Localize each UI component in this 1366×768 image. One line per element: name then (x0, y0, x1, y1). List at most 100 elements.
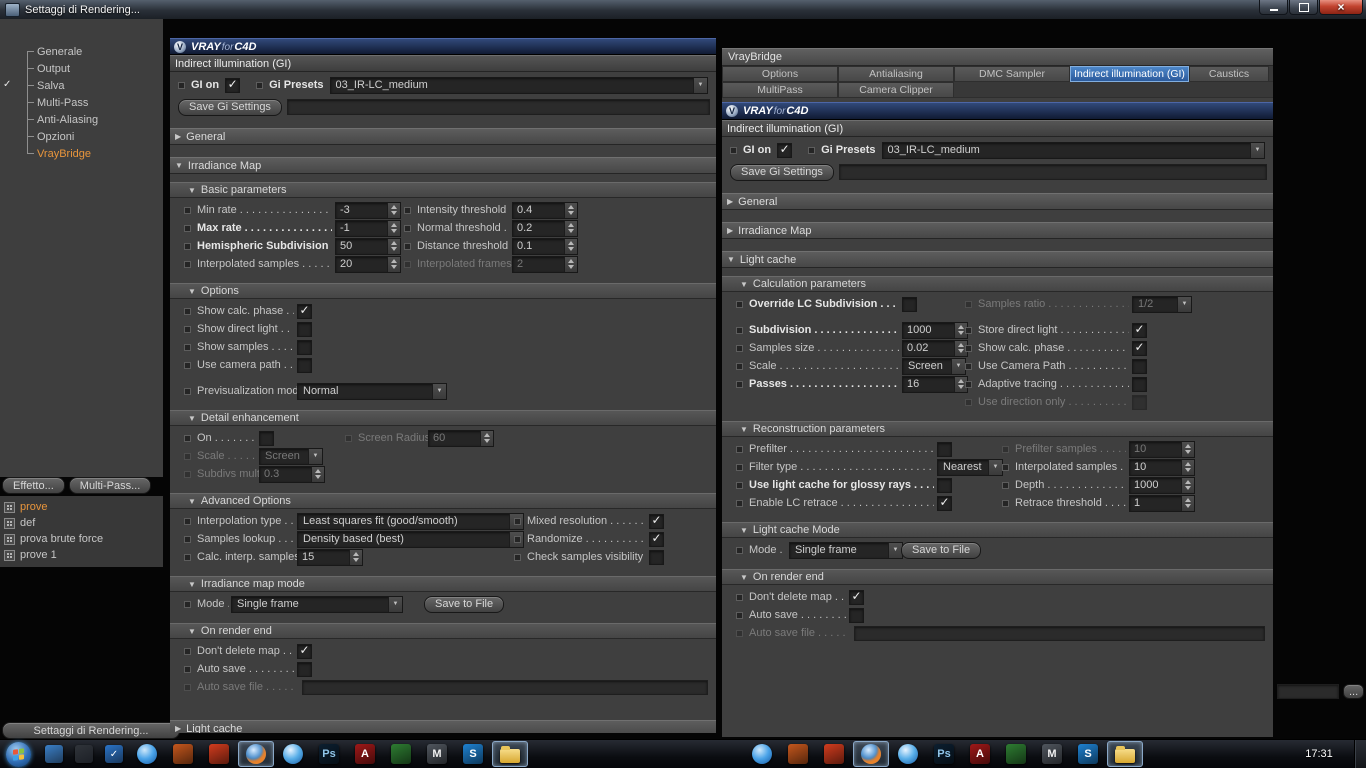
sidebar-item-vraybridge[interactable]: VrayBridge (0, 145, 163, 162)
tab-multipass[interactable]: MultiPass (722, 82, 838, 98)
sidebar-item-generale[interactable]: Generale (0, 43, 163, 60)
lp-hemispheric-subdivision-field[interactable]: 50 (335, 237, 401, 255)
spinner-arrows-icon[interactable] (387, 256, 400, 272)
lp-intensity-threshold-field[interactable]: 0.4 (512, 201, 578, 219)
explorer-folder-icon[interactable] (492, 741, 528, 767)
window-titlebar[interactable]: Settaggi di Rendering... × (0, 0, 1366, 19)
rp-show-calc-phase-checkbox[interactable]: ✓ (1132, 340, 1147, 356)
rp-filter-type-dropdown[interactable]: Nearest ▼ (937, 458, 1003, 476)
minimize-button[interactable] (1259, 0, 1288, 15)
lp-on-checkbox[interactable] (259, 430, 274, 446)
adobe-reader-icon[interactable]: A (348, 742, 382, 766)
m-app-icon[interactable]: M (1035, 742, 1069, 766)
lp-basic-parameters-subsection-header[interactable]: ▼ Basic parameters (170, 182, 716, 198)
lp-save-to-file-button[interactable]: Save to File (424, 595, 505, 613)
rp-depth-field[interactable]: 1000 (1129, 476, 1195, 494)
spinner-arrows-icon[interactable] (1181, 495, 1194, 511)
rp-override-lc-subdivision-checkbox[interactable] (902, 296, 917, 312)
browse-button[interactable]: ... (1343, 684, 1365, 699)
console-icon[interactable] (69, 741, 99, 767)
lp-calc-interp-samples-field[interactable]: 15 (297, 548, 363, 566)
skype-icon[interactable]: S (456, 742, 490, 766)
internet-orb-icon[interactable] (276, 742, 310, 766)
spinner-arrows-icon[interactable] (564, 202, 577, 218)
rp-irradiance-map-section-header[interactable]: ▶ Irradiance Map (722, 222, 1273, 239)
lp-mode-dropdown[interactable]: Single frame ▼ (231, 595, 403, 613)
spinner-arrows-icon[interactable] (387, 202, 400, 218)
lp-gi-presets-dropdown[interactable]: 03_IR-LC_medium ▼ (329, 76, 708, 94)
close-button[interactable]: × (1319, 0, 1363, 15)
rp-enable-lc-retrace-checkbox[interactable]: ✓ (937, 495, 952, 511)
explorer-folder-icon[interactable] (1107, 741, 1143, 767)
rp-store-direct-light-checkbox[interactable]: ✓ (1132, 322, 1147, 338)
messenger-icon[interactable] (39, 741, 69, 767)
lp-irradiance-map-mode-subsection-header[interactable]: ▼ Irradiance map mode (170, 576, 716, 592)
rp-use-light-cache-for-glossy-rays-checkbox[interactable] (937, 477, 952, 493)
lp-options-subsection-header[interactable]: ▼ Options (170, 283, 716, 299)
firefox-icon[interactable] (238, 741, 274, 767)
green-app-icon[interactable] (384, 742, 418, 766)
lp-advanced-options-subsection-header[interactable]: ▼ Advanced Options (170, 493, 716, 509)
maximize-button[interactable] (1289, 0, 1318, 15)
tab-dmc-sampler[interactable]: DMC Sampler (954, 66, 1070, 82)
rp-save-to-file-button[interactable]: Save to File (901, 541, 982, 559)
rp-auto-save-checkbox[interactable] (849, 607, 864, 623)
lp-min-rate-field[interactable]: -3 (335, 201, 401, 219)
rp-reconstruction-parameters-subsection-header[interactable]: ▼ Reconstruction parameters (722, 421, 1273, 437)
preset-item-prova-brute-force[interactable]: prova brute force (0, 531, 163, 547)
rp-save-gi-settings-button[interactable]: Save Gi Settings (730, 163, 834, 181)
lp-auto-save-checkbox[interactable] (297, 661, 312, 677)
tab-antialiasing[interactable]: Antialiasing (838, 66, 954, 82)
rp-use-camera-path-checkbox[interactable] (1132, 358, 1147, 374)
browser-globe-icon[interactable] (745, 742, 779, 766)
rp-samples-size-field[interactable]: 0.02 (902, 339, 968, 357)
sidebar-item-output[interactable]: Output (0, 60, 163, 77)
lp-distance-threshold-field[interactable]: 0.1 (512, 237, 578, 255)
lp-light-cache-section-header[interactable]: ▶ Light cache (170, 720, 716, 733)
rp-light-cache-mode-subsection-header[interactable]: ▼ Light cache Mode (722, 522, 1273, 538)
tab-options[interactable]: Options (722, 66, 838, 82)
lp-use-camera-path-checkbox[interactable] (297, 357, 312, 373)
rp-on-render-end-subsection-header[interactable]: ▼ On render end (722, 569, 1273, 585)
spinner-arrows-icon[interactable] (1181, 477, 1194, 493)
tab-indirect-illumination-gi[interactable]: Indirect illumination (GI) (1070, 66, 1189, 82)
rp-retrace-threshold-field[interactable]: 1 (1129, 494, 1195, 512)
effect-button[interactable]: Effetto... (2, 477, 65, 494)
m-app-icon[interactable]: M (420, 742, 454, 766)
lp-general-section-header[interactable]: ▶ General (170, 128, 716, 145)
lp-mixed-resolution-checkbox[interactable]: ✓ (649, 513, 664, 529)
green-app-icon[interactable] (999, 742, 1033, 766)
rp-adaptive-tracing-checkbox[interactable] (1132, 376, 1147, 392)
rp-passes-field[interactable]: 16 (902, 375, 968, 393)
rp-calculation-parameters-subsection-header[interactable]: ▼ Calculation parameters (722, 276, 1273, 292)
lp-interpolation-type-dropdown[interactable]: Least squares fit (good/smooth)▼ (297, 512, 524, 530)
lp-samples-lookup-dropdown[interactable]: Density based (best)▼ (297, 530, 524, 548)
rp-general-section-header[interactable]: ▶ General (722, 193, 1273, 210)
lp-interpolated-samples-field[interactable]: 20 (335, 255, 401, 273)
spinner-arrows-icon[interactable] (564, 220, 577, 236)
lp-show-direct-light-checkbox[interactable] (297, 321, 312, 337)
lp-show-samples-checkbox[interactable] (297, 339, 312, 355)
multipass-button[interactable]: Multi-Pass... (68, 477, 152, 494)
spinner-arrows-icon[interactable] (564, 238, 577, 254)
rp-mode-dropdown[interactable]: Single frame ▼ (789, 541, 903, 559)
firefox-icon[interactable] (853, 741, 889, 767)
rp-scale-dropdown[interactable]: Screen ▼ (902, 357, 966, 375)
rp-don-t-delete-map-checkbox[interactable]: ✓ (849, 589, 864, 605)
lp-on-render-end-subsection-header[interactable]: ▼ On render end (170, 623, 716, 639)
lp-detail-enhancement-subsection-header[interactable]: ▼ Detail enhancement (170, 410, 716, 426)
lp-randomize-checkbox[interactable]: ✓ (649, 531, 664, 547)
orange-app-icon[interactable] (202, 742, 236, 766)
lp-max-rate-field[interactable]: -1 (335, 219, 401, 237)
lp-normal-threshold-field[interactable]: 0.2 (512, 219, 578, 237)
orange-app-icon[interactable] (817, 742, 851, 766)
preset-item-prove-1[interactable]: prove 1 (0, 547, 163, 563)
spinner-arrows-icon[interactable] (387, 220, 400, 236)
lp-irradiance-map-section-header[interactable]: ▼ Irradiance Map (170, 157, 716, 174)
rp-light-cache-section-header[interactable]: ▼ Light cache (722, 251, 1273, 268)
flame-app-icon[interactable] (166, 742, 200, 766)
lp-previsualization-mode-dropdown[interactable]: Normal ▼ (297, 382, 447, 400)
lp-save-gi-settings-button[interactable]: Save Gi Settings (178, 98, 282, 116)
sidebar-item-anti-aliasing[interactable]: Anti-Aliasing (0, 111, 163, 128)
show-desktop-button[interactable] (1354, 740, 1366, 768)
